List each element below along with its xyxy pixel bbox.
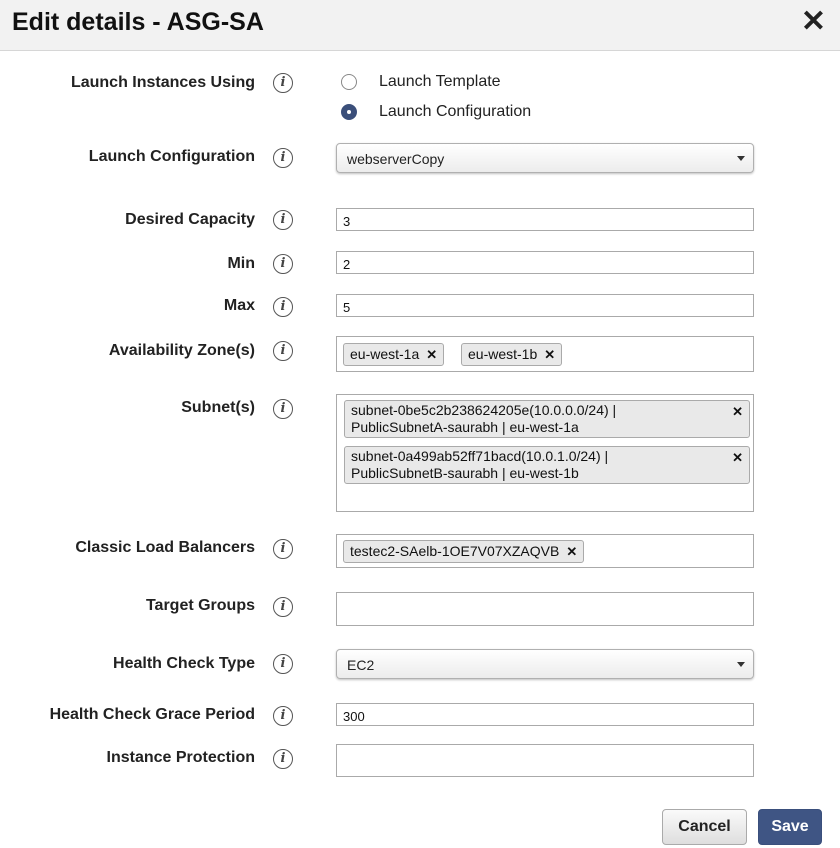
select-value: EC2 bbox=[347, 657, 375, 673]
health-check-type-label: Health Check Type bbox=[113, 655, 255, 672]
info-icon[interactable]: i bbox=[273, 706, 293, 726]
cancel-button[interactable]: Cancel bbox=[662, 809, 747, 845]
tag-subnet-b: subnet-0a499ab52ff71bacd(10.0.1.0/24) | … bbox=[344, 446, 750, 484]
info-icon[interactable]: i bbox=[273, 297, 293, 317]
health-check-grace-period-input[interactable]: 300 bbox=[336, 703, 754, 726]
radio-button-selected[interactable] bbox=[341, 104, 357, 120]
remove-tag-icon[interactable]: ✕ bbox=[544, 347, 555, 362]
subnets-label: Subnet(s) bbox=[181, 399, 255, 416]
max-label: Max bbox=[223, 297, 255, 314]
info-icon[interactable]: i bbox=[273, 749, 293, 769]
remove-tag-icon[interactable]: ✕ bbox=[426, 347, 437, 362]
subnet-name: PublicSubnetA-saurabh | eu-west-1a bbox=[351, 419, 579, 435]
close-icon[interactable]: ✕ bbox=[801, 6, 826, 38]
dialog-header: Edit details - ASG-SA ✕ bbox=[0, 0, 840, 51]
target-groups-label: Target Groups bbox=[145, 597, 255, 614]
info-icon[interactable]: i bbox=[273, 148, 293, 168]
health-check-type-select[interactable]: EC2 bbox=[336, 649, 754, 679]
availability-zones-field[interactable]: eu-west-1a ✕ eu-west-1b ✕ bbox=[336, 336, 754, 372]
subnet-name: PublicSubnetB-saurabh | eu-west-1b bbox=[351, 465, 579, 481]
tag-eu-west-1a: eu-west-1a ✕ bbox=[343, 343, 445, 366]
subnet-id: subnet-0a499ab52ff71bacd(10.0.1.0/24) | bbox=[351, 448, 609, 464]
radio-launch-configuration[interactable]: Launch Configuration bbox=[341, 101, 531, 123]
tag-label: eu-west-1a bbox=[350, 346, 420, 362]
classic-load-balancers-field[interactable]: testec2-SAelb-1OE7V07XZAQVB ✕ bbox=[336, 534, 754, 568]
chevron-down-icon bbox=[737, 156, 745, 161]
radio-launch-template[interactable]: Launch Template bbox=[341, 71, 501, 93]
remove-tag-icon[interactable]: ✕ bbox=[732, 403, 743, 420]
health-check-grace-period-label: Health Check Grace Period bbox=[49, 706, 255, 723]
max-input[interactable]: 5 bbox=[336, 294, 754, 317]
info-icon[interactable]: i bbox=[273, 597, 293, 617]
launch-using-label: Launch Instances Using bbox=[70, 74, 255, 91]
availability-zones-label: Availability Zone(s) bbox=[108, 342, 255, 359]
tag-label: eu-west-1b bbox=[468, 346, 538, 362]
info-icon[interactable]: i bbox=[273, 399, 293, 419]
chevron-down-icon bbox=[737, 662, 745, 667]
target-groups-field[interactable] bbox=[336, 592, 754, 626]
subnets-field[interactable]: subnet-0be5c2b238624205e(10.0.0.0/24) | … bbox=[336, 394, 754, 512]
desired-capacity-label: Desired Capacity bbox=[125, 211, 255, 228]
launch-configuration-label: Launch Configuration bbox=[88, 148, 255, 165]
min-input[interactable]: 2 bbox=[336, 251, 754, 274]
instance-protection-label: Instance Protection bbox=[106, 749, 255, 766]
instance-protection-field[interactable] bbox=[336, 744, 754, 777]
radio-label: Launch Template bbox=[379, 73, 501, 90]
tag-label: testec2-SAelb-1OE7V07XZAQVB bbox=[350, 543, 560, 559]
tag-load-balancer: testec2-SAelb-1OE7V07XZAQVB ✕ bbox=[343, 540, 585, 563]
launch-configuration-select[interactable]: webserverCopy bbox=[336, 143, 754, 173]
radio-button[interactable] bbox=[341, 74, 357, 90]
tag-eu-west-1b: eu-west-1b ✕ bbox=[461, 343, 563, 366]
info-icon[interactable]: i bbox=[273, 210, 293, 230]
classic-load-balancers-label: Classic Load Balancers bbox=[75, 539, 255, 556]
dialog-title: Edit details - ASG-SA bbox=[12, 8, 264, 36]
remove-tag-icon[interactable]: ✕ bbox=[566, 544, 577, 559]
info-icon[interactable]: i bbox=[273, 341, 293, 361]
info-icon[interactable]: i bbox=[273, 254, 293, 274]
select-value: webserverCopy bbox=[347, 151, 445, 167]
tag-subnet-a: subnet-0be5c2b238624205e(10.0.0.0/24) | … bbox=[344, 400, 750, 438]
save-button[interactable]: Save bbox=[758, 809, 822, 845]
info-icon[interactable]: i bbox=[273, 654, 293, 674]
info-icon[interactable]: i bbox=[273, 73, 293, 93]
info-icon[interactable]: i bbox=[273, 539, 293, 559]
subnet-id: subnet-0be5c2b238624205e(10.0.0.0/24) | bbox=[351, 402, 617, 418]
desired-capacity-input[interactable]: 3 bbox=[336, 208, 754, 231]
radio-label: Launch Configuration bbox=[379, 103, 532, 120]
remove-tag-icon[interactable]: ✕ bbox=[732, 449, 743, 466]
min-label: Min bbox=[227, 255, 255, 272]
